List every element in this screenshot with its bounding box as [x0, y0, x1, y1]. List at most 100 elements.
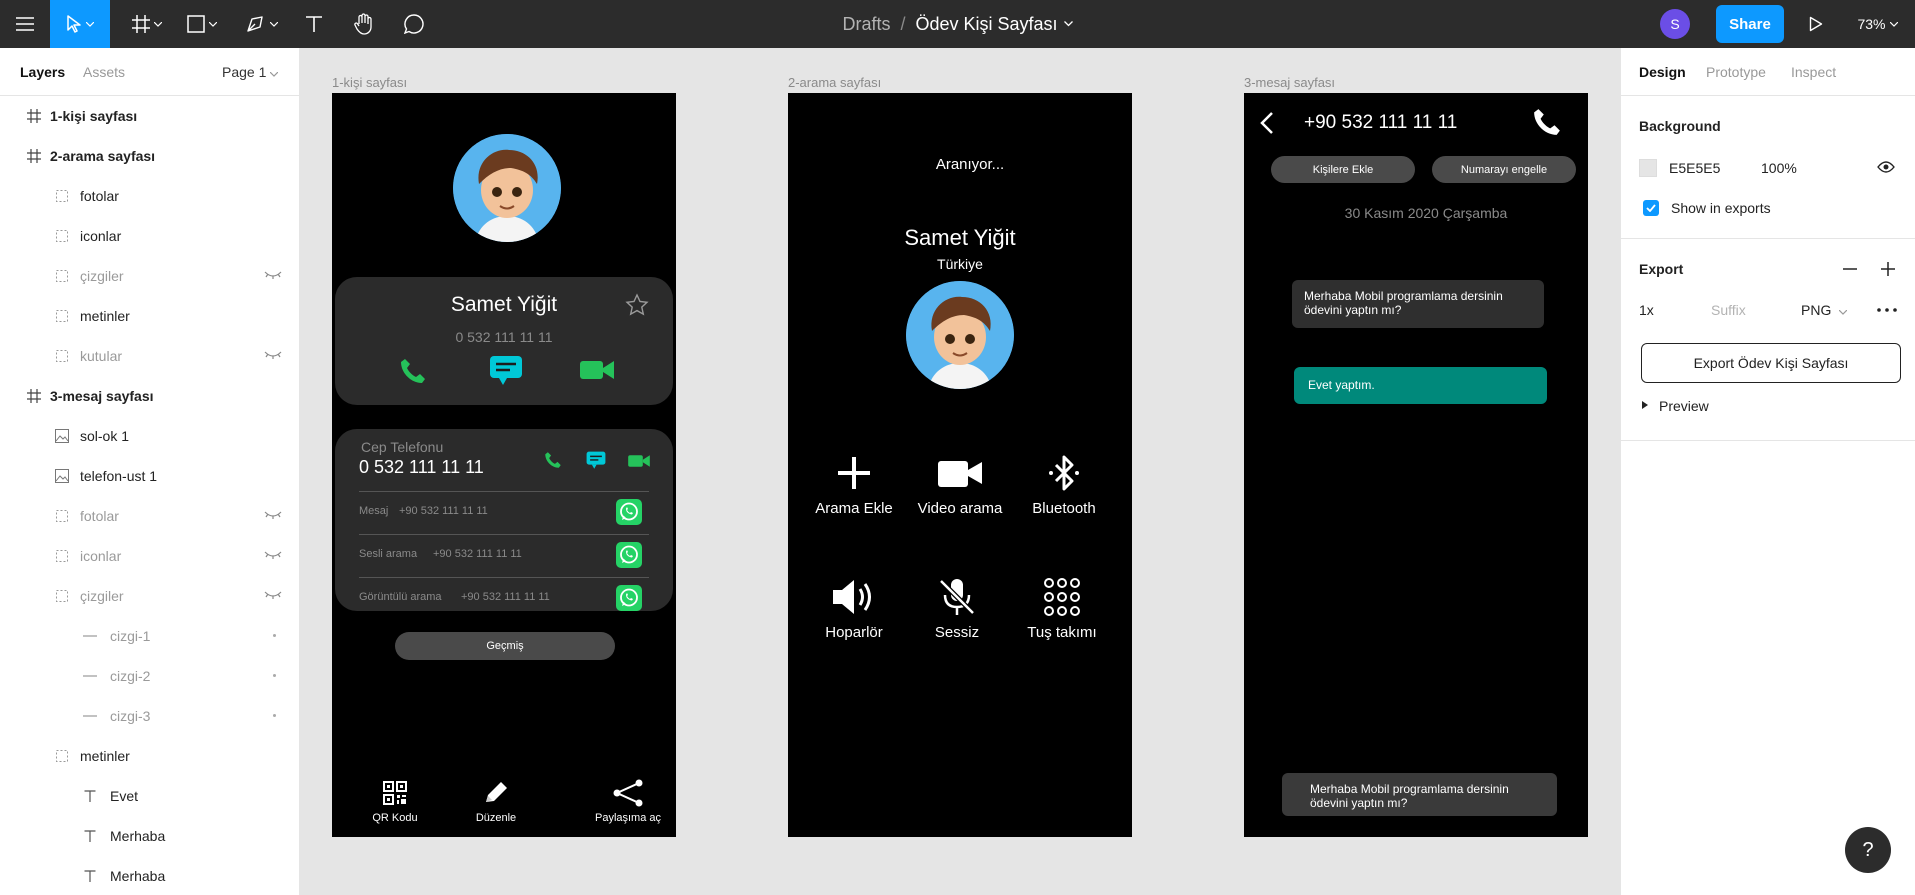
layer-row-line[interactable]: cizgi-3	[0, 696, 299, 736]
frame-label-3[interactable]: 3-mesaj sayfası	[1244, 75, 1335, 90]
phone-call-icon[interactable]	[399, 357, 427, 385]
export-button[interactable]: Export Ödev Kişi Sayfası	[1641, 343, 1901, 383]
file-name[interactable]: Ödev Kişi Sayfası	[915, 14, 1057, 35]
tab-design[interactable]: Design	[1639, 64, 1686, 80]
layer-row-text[interactable]: Evet	[0, 776, 299, 816]
background-section: Background E5E5E5 100% Show in exports	[1621, 96, 1915, 239]
qr-code-button[interactable]: QR Kodu	[370, 781, 420, 824]
plus-icon[interactable]	[1881, 262, 1895, 276]
layer-row-image[interactable]: sol-ok 1	[0, 416, 299, 456]
caret-right-icon[interactable]	[1642, 401, 1648, 409]
hidden-eye-icon[interactable]	[264, 348, 282, 360]
background-hex-input[interactable]: E5E5E5	[1669, 160, 1720, 176]
whatsapp-action-row[interactable]: Görüntülü arama +90 532 111 11 11	[359, 579, 649, 619]
preview-toggle[interactable]: Preview	[1659, 398, 1709, 414]
background-swatch[interactable]	[1639, 159, 1657, 177]
layer-row-line[interactable]: cizgi-1	[0, 616, 299, 656]
layer-row-group[interactable]: iconlar	[0, 216, 299, 256]
shape-tool-button[interactable]	[180, 0, 224, 48]
hand-tool-button[interactable]	[348, 0, 380, 48]
tab-inspect[interactable]: Inspect	[1791, 64, 1836, 80]
layer-row-group[interactable]: metinler	[0, 736, 299, 776]
call-action-mute[interactable]: Sessiz	[913, 577, 1001, 641]
show-in-exports-checkbox[interactable]	[1643, 200, 1659, 216]
message-icon[interactable]	[586, 451, 606, 470]
video-call-icon[interactable]	[628, 454, 650, 468]
whatsapp-action-row[interactable]: Sesli arama +90 532 111 11 11	[359, 536, 649, 576]
layer-row-group[interactable]: iconlar	[0, 536, 299, 576]
frame-arama-sayfasi[interactable]: Aranıyor... Samet Yiğit Türkiye Arama Ek…	[788, 93, 1132, 837]
chevron-down-icon[interactable]	[1063, 21, 1073, 27]
hidden-eye-icon[interactable]	[264, 268, 282, 280]
hidden-eye-icon[interactable]	[264, 548, 282, 560]
whatsapp-action-row[interactable]: Mesaj +90 532 111 11 11	[359, 493, 649, 533]
favorite-star-icon[interactable]	[625, 293, 649, 317]
text-tool-button[interactable]	[298, 0, 330, 48]
frame-kisi-sayfasi[interactable]: Samet Yiğit 0 532 111 11 11 Cep Telefonu…	[332, 93, 676, 837]
whatsapp-icon[interactable]	[616, 542, 642, 568]
user-avatar[interactable]: S	[1660, 9, 1690, 39]
whatsapp-icon[interactable]	[616, 585, 642, 611]
move-tool-button[interactable]	[50, 0, 110, 48]
row-label: Görüntülü arama	[359, 591, 442, 603]
whatsapp-icon[interactable]	[616, 499, 642, 525]
export-scale-select[interactable]: 1x	[1639, 302, 1654, 318]
pen-tool-button[interactable]	[240, 0, 284, 48]
share-contact-button[interactable]: Paylaşıma aç	[590, 779, 666, 824]
comment-tool-button[interactable]	[398, 0, 430, 48]
more-options-icon[interactable]	[1877, 308, 1897, 312]
layer-row-group[interactable]: metinler	[0, 296, 299, 336]
layer-row-frame[interactable]: 3-mesaj sayfası	[0, 376, 299, 416]
tab-layers[interactable]: Layers	[20, 64, 65, 80]
tab-assets[interactable]: Assets	[83, 64, 125, 80]
zoom-menu[interactable]: 73%	[1850, 0, 1905, 48]
message-input[interactable]: Merhaba Mobil programlama dersinin ödevi…	[1282, 773, 1557, 816]
call-action-speaker[interactable]: Hoparlör	[810, 577, 898, 641]
call-action-bluetooth[interactable]: Bluetooth	[1020, 455, 1108, 517]
call-action-keypad[interactable]: Tuş takımı	[1018, 577, 1106, 641]
back-arrow-icon[interactable]	[1260, 111, 1274, 135]
call-action-video[interactable]: Video arama	[916, 455, 1004, 517]
layer-row-group[interactable]: fotolar	[0, 496, 299, 536]
minus-icon[interactable]	[1843, 268, 1857, 270]
tab-prototype[interactable]: Prototype	[1706, 64, 1766, 80]
layer-dot-icon	[273, 634, 276, 637]
contact-photo	[453, 134, 561, 242]
phone-call-icon[interactable]	[1532, 107, 1562, 137]
eye-icon[interactable]	[1877, 160, 1895, 174]
layer-row-group[interactable]: çizgiler	[0, 576, 299, 616]
video-call-icon[interactable]	[580, 359, 614, 381]
layer-row-frame[interactable]: 2-arama sayfası	[0, 136, 299, 176]
layer-row-frame[interactable]: 1-kişi sayfası	[0, 96, 299, 136]
hidden-eye-icon[interactable]	[264, 588, 282, 600]
layer-row-group[interactable]: çizgiler	[0, 256, 299, 296]
phone-call-icon[interactable]	[544, 451, 562, 469]
main-menu-button[interactable]	[0, 0, 50, 48]
hidden-eye-icon[interactable]	[264, 508, 282, 520]
share-button[interactable]: Share	[1716, 5, 1784, 43]
layer-row-image[interactable]: telefon-ust 1	[0, 456, 299, 496]
message-icon[interactable]	[489, 355, 523, 387]
frame-label-1[interactable]: 1-kişi sayfası	[332, 75, 407, 90]
present-button[interactable]	[1800, 0, 1832, 48]
frame-label-2[interactable]: 2-arama sayfası	[788, 75, 881, 90]
layer-row-text[interactable]: Merhaba	[0, 816, 299, 856]
breadcrumb-separator: /	[900, 13, 906, 34]
layer-row-group[interactable]: fotolar	[0, 176, 299, 216]
page-selector[interactable]: Page 1	[222, 64, 279, 80]
background-opacity-input[interactable]: 100%	[1761, 160, 1797, 176]
export-format-select[interactable]: PNG	[1801, 302, 1848, 318]
layer-row-line[interactable]: cizgi-2	[0, 656, 299, 696]
frame-mesaj-sayfasi[interactable]: +90 532 111 11 11 Kişilere Ekle Numarayı…	[1244, 93, 1588, 837]
edit-button[interactable]: Düzenle	[471, 781, 521, 824]
layer-row-text[interactable]: Merhaba	[0, 856, 299, 895]
history-button[interactable]: Geçmiş	[395, 632, 615, 660]
layer-row-group[interactable]: kutular	[0, 336, 299, 376]
breadcrumb-drafts[interactable]: Drafts	[842, 14, 890, 35]
export-suffix-input[interactable]: Suffix	[1711, 302, 1783, 318]
add-contact-button[interactable]: Kişilere Ekle	[1271, 156, 1415, 183]
block-number-button[interactable]: Numarayı engelle	[1432, 156, 1576, 183]
help-button[interactable]: ?	[1845, 827, 1891, 873]
call-action-add[interactable]: Arama Ekle	[810, 455, 898, 517]
frame-tool-button[interactable]	[125, 0, 169, 48]
